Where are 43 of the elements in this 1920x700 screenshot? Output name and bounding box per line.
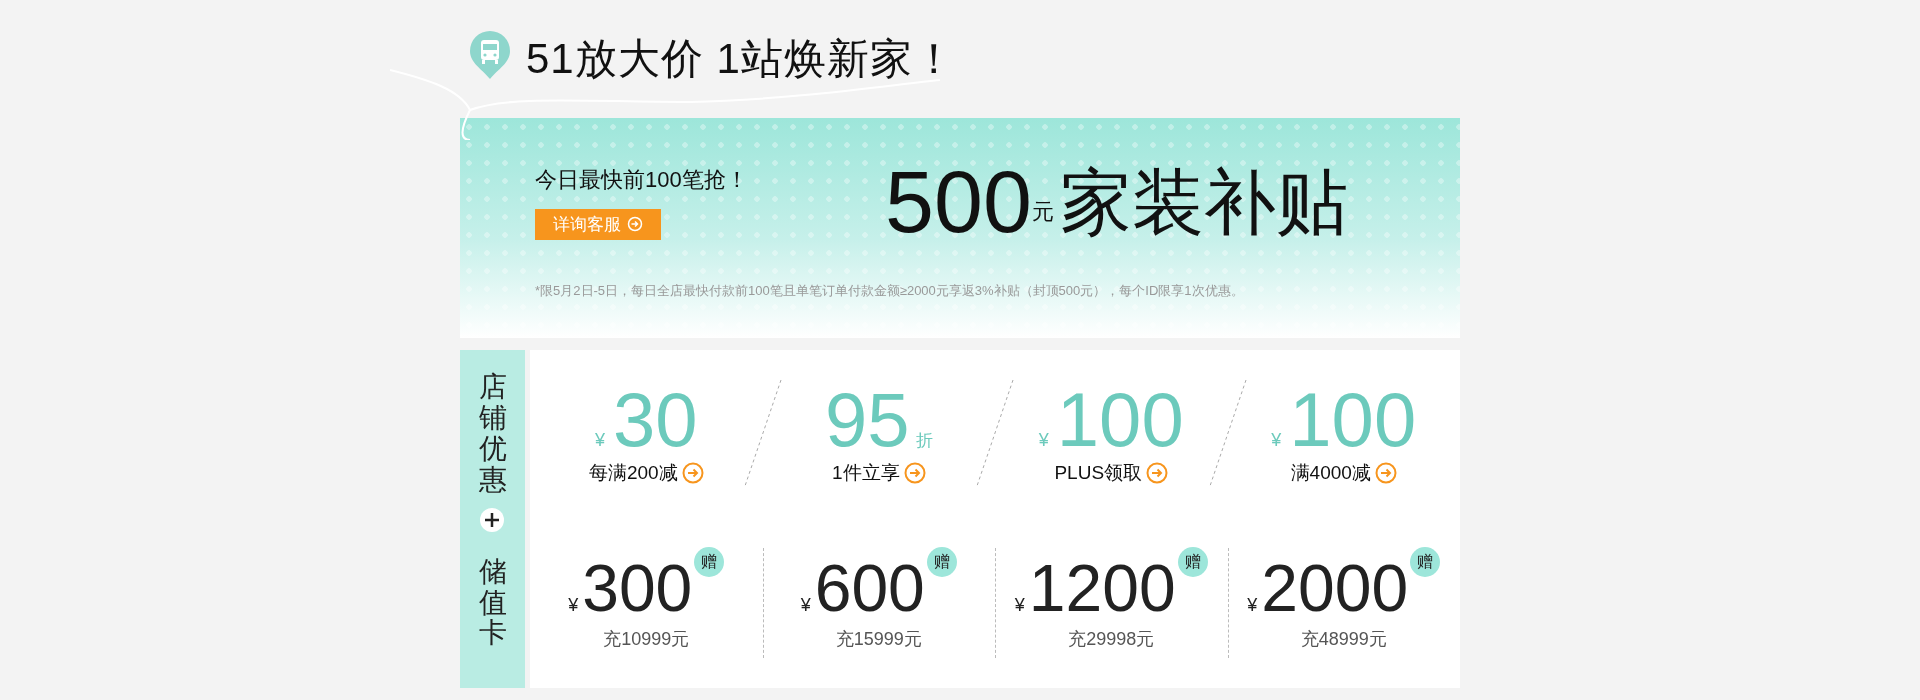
section-label: 储值卡 [460,518,525,688]
terms-note: *限5月2日-5日，每日全店最快付款前100笔且单笔订单付款金额≥2000元享返3%补贴（封顶500元），每个ID限享1次优惠。 [535,282,1245,300]
coupon-value: 100 [1289,382,1417,458]
bus-pin-icon [470,31,510,79]
gift-badge: 赠 [1410,547,1441,577]
card-value: 300 [582,555,693,621]
recharge-amount: 充10999元 [603,628,690,651]
card-value: 600 [814,555,925,621]
section-label: 店铺优惠 [460,350,525,518]
arrow-circle-icon [1374,462,1397,484]
discount-value: 95 [824,382,910,458]
gift-badge: 赠 [1177,547,1208,577]
plus-icon [480,508,504,532]
arrow-circle-icon [903,462,926,484]
coupon-value: 30 [613,382,698,458]
currency-symbol: ¥ [1014,595,1025,616]
currency-symbol: ¥ [1247,595,1258,616]
card-value: 2000 [1261,555,1409,621]
discount-unit: 折 [915,430,933,452]
subsidy-title: 家装补贴 [1059,166,1348,238]
currency-symbol: ¥ [594,430,605,451]
recharge-amount: 充48999元 [1300,628,1387,651]
recharge-amount: 充15999元 [835,628,922,651]
gift-badge: 赠 [926,547,957,577]
currency-symbol: ¥ [568,595,579,616]
currency-symbol: ¥ [1038,430,1049,451]
coupon-link[interactable]: 每满200减 [588,460,704,486]
recharge-amount: 充29998元 [1068,628,1155,651]
arrow-circle-icon [1146,462,1169,484]
coupon-link[interactable]: 满4000减 [1290,460,1397,486]
arrow-circle-icon [681,462,704,484]
coupon-link[interactable]: PLUS领取 [1054,460,1169,486]
currency-unit: 元 [1031,198,1054,226]
card-value: 1200 [1028,555,1176,621]
currency-symbol: ¥ [1271,430,1282,451]
gift-badge: 赠 [694,547,725,577]
banner-headline: 今日最快前100笔抢！ [535,165,748,194]
subsidy-amount: 500 [885,158,1032,246]
coupon-link[interactable]: 1件立享 [831,460,926,486]
page-title: 51放大价 1站焕新家！ [526,34,956,84]
currency-symbol: ¥ [800,595,811,616]
arrow-circle-icon [627,216,643,232]
coupon-value: 100 [1056,382,1184,458]
